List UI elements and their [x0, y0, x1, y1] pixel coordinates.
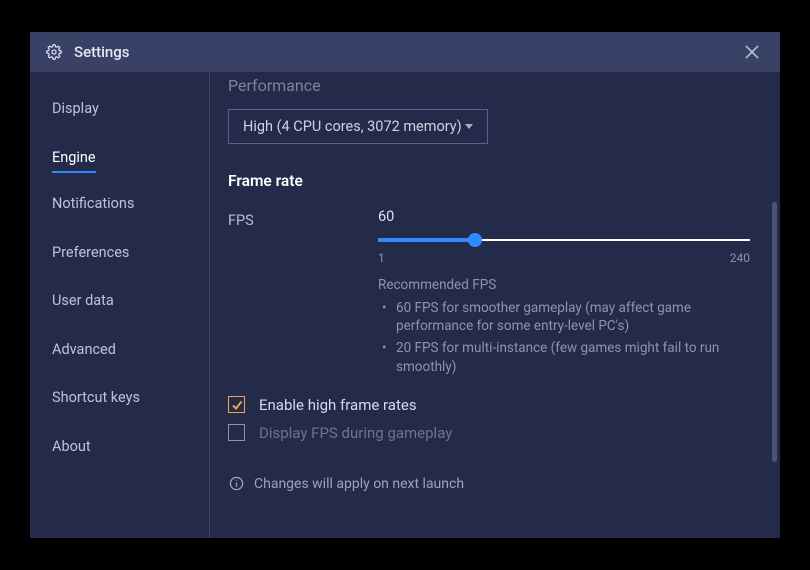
info-icon — [228, 476, 244, 492]
fps-slider[interactable] — [378, 233, 750, 247]
slider-min: 1 — [378, 251, 385, 265]
enable-high-frame-rates-label: Enable high frame rates — [259, 396, 417, 414]
recommended-fps-title: Recommended FPS — [378, 277, 750, 293]
slider-fill — [378, 238, 475, 242]
notice-text: Changes will apply on next launch — [254, 476, 464, 492]
enable-high-frame-rates-checkbox[interactable] — [228, 396, 245, 413]
sidebar-item-user-data[interactable]: User data — [52, 284, 114, 319]
display-fps-label: Display FPS during gameplay — [259, 424, 452, 442]
display-fps-checkbox[interactable] — [228, 424, 245, 441]
fps-slider-area: 60 1 240 Recommended FPS 60 FPS for smoo… — [378, 208, 750, 380]
sidebar-item-notifications[interactable]: Notifications — [52, 187, 134, 222]
check-icon — [231, 399, 243, 411]
body: Display Engine Notifications Preferences… — [30, 72, 780, 538]
slider-scale: 1 240 — [378, 251, 750, 265]
fps-value: 60 — [378, 208, 750, 225]
sidebar-item-engine[interactable]: Engine — [52, 141, 96, 174]
recommended-fps-list: 60 FPS for smoother gameplay (may affect… — [378, 299, 750, 376]
fps-label: FPS — [228, 208, 378, 229]
sidebar-item-advanced[interactable]: Advanced — [52, 333, 116, 368]
settings-window: Settings Display Engine Notifications Pr… — [30, 32, 780, 538]
enable-high-frame-rates-row: Enable high frame rates — [228, 396, 750, 414]
content: Performance High (4 CPU cores, 3072 memo… — [210, 72, 780, 538]
titlebar: Settings — [30, 32, 780, 72]
sidebar-item-about[interactable]: About — [52, 430, 91, 465]
rec-item: 60 FPS for smoother gameplay (may affect… — [378, 299, 750, 335]
scrollbar[interactable] — [772, 202, 777, 462]
gear-icon — [46, 44, 62, 60]
notice: Changes will apply on next launch — [228, 476, 750, 492]
frame-rate-heading: Frame rate — [228, 172, 750, 190]
sidebar-item-shortcut-keys[interactable]: Shortcut keys — [52, 381, 140, 416]
fps-row: FPS 60 1 240 Recommended FPS 60 FPS for … — [228, 208, 750, 380]
sidebar-item-display[interactable]: Display — [52, 92, 99, 127]
slider-max: 240 — [730, 251, 750, 265]
performance-heading: Performance — [228, 76, 750, 95]
title-text: Settings — [74, 43, 130, 61]
close-button[interactable] — [740, 40, 764, 64]
rec-item: 20 FPS for multi-instance (few games mig… — [378, 339, 750, 375]
close-icon — [745, 45, 759, 59]
sidebar: Display Engine Notifications Preferences… — [30, 72, 210, 538]
sidebar-item-preferences[interactable]: Preferences — [52, 236, 129, 271]
slider-thumb[interactable] — [468, 233, 482, 247]
performance-select-value: High (4 CPU cores, 3072 memory) — [243, 118, 462, 135]
performance-select[interactable]: High (4 CPU cores, 3072 memory) — [228, 109, 488, 144]
chevron-down-icon — [465, 124, 473, 129]
display-fps-row: Display FPS during gameplay — [228, 424, 750, 442]
